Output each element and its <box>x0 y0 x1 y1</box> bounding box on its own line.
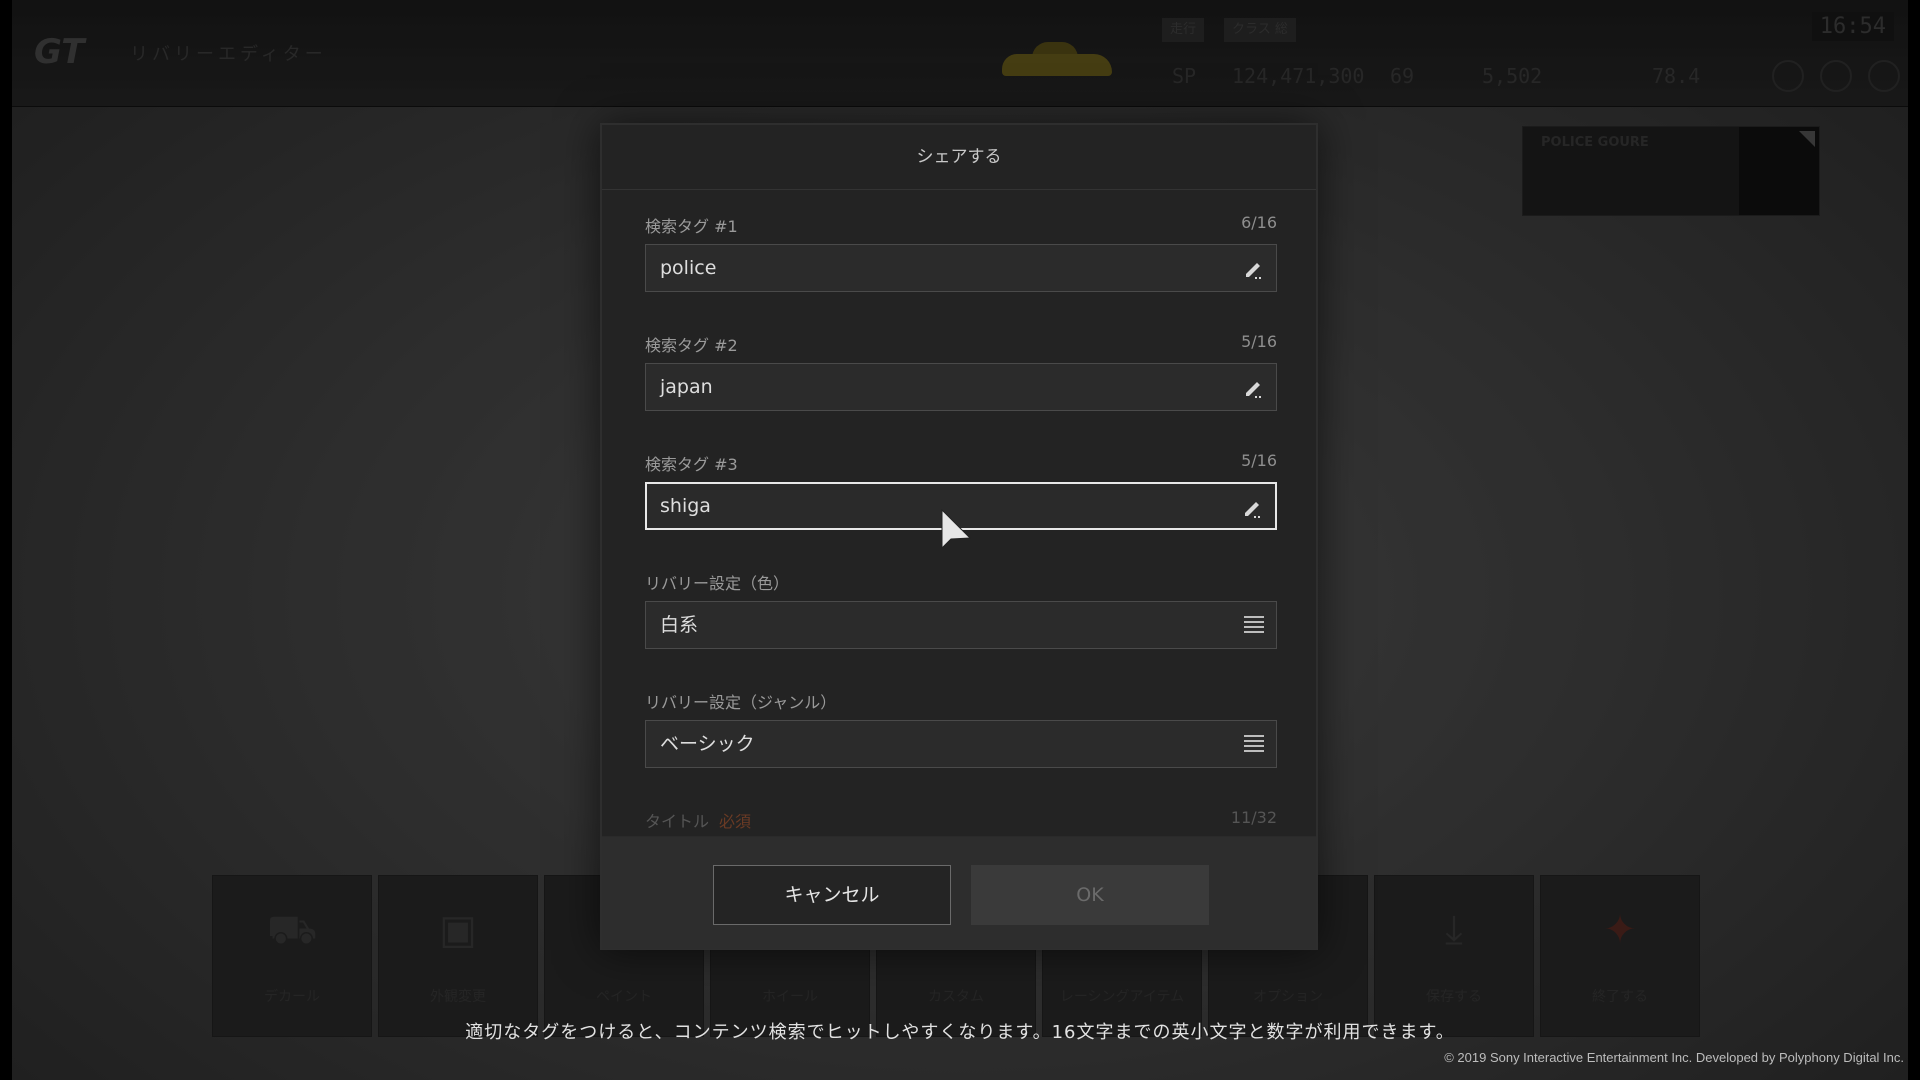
cancel-button[interactable]: キャンセル <box>713 865 951 925</box>
field-label: タイトル 必須 <box>645 808 751 832</box>
dialog-title: シェアする <box>602 125 1316 190</box>
field-label: 検索タグ #1 <box>645 217 738 236</box>
dialog-footer: キャンセル OK <box>602 836 1316 949</box>
input-value: japan <box>660 376 713 398</box>
pencil-icon <box>1245 502 1260 518</box>
field-label: リバリー設定（色） <box>645 574 790 593</box>
char-count: 11/32 <box>1230 808 1277 827</box>
livery-color-select[interactable]: 白系 <box>645 601 1277 649</box>
copyright-text: © 2019 Sony Interactive Entertainment In… <box>1444 1050 1904 1065</box>
field-label: 検索タグ #2 <box>645 336 738 355</box>
select-value: 白系 <box>660 614 699 636</box>
char-count: 5/16 <box>1241 332 1277 351</box>
select-value: ベーシック <box>660 733 755 755</box>
pencil-icon <box>1246 382 1261 398</box>
char-count: 6/16 <box>1241 213 1277 232</box>
mouse-cursor-icon <box>941 508 972 550</box>
search-tag-2-input[interactable]: japan <box>645 363 1277 411</box>
title-label: タイトル <box>645 812 710 831</box>
hint-text: 適切なタグをつけると、コンテンツ検索でヒットしやすくなります。16文字までの英小… <box>465 1022 1455 1043</box>
input-value: police <box>660 257 717 279</box>
input-value: shiga <box>660 495 711 517</box>
ok-button[interactable]: OK <box>971 865 1209 925</box>
char-count: 5/16 <box>1241 451 1277 470</box>
field-label: リバリー設定（ジャンル） <box>645 693 837 712</box>
field-label: 検索タグ #3 <box>645 455 738 474</box>
required-badge: 必須 <box>719 812 752 831</box>
livery-genre-select[interactable]: ベーシック <box>645 720 1277 768</box>
search-tag-1-input[interactable]: police <box>645 244 1277 292</box>
list-icon <box>1244 735 1264 753</box>
list-icon <box>1244 616 1264 634</box>
pencil-icon <box>1246 263 1261 279</box>
